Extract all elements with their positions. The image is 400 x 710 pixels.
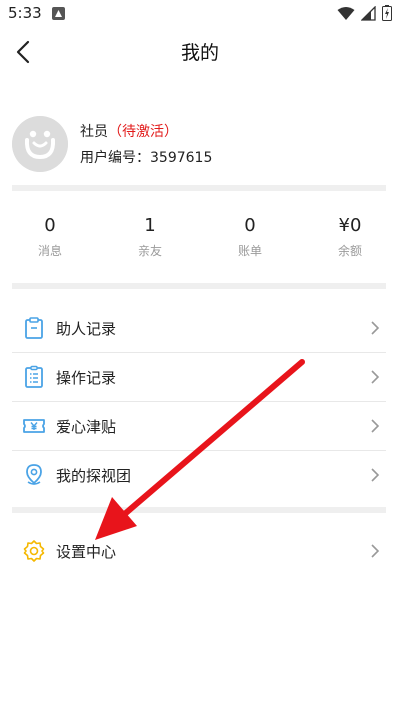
- role-label: 社员: [80, 124, 108, 140]
- stat-value: ¥0: [338, 215, 362, 236]
- menu-item-care-allowance[interactable]: 爱心津贴: [12, 402, 386, 451]
- status-open-paren: （: [108, 124, 122, 140]
- stats-row: 0 消息 1 亲友 0 账单 ¥0 余额: [0, 214, 400, 266]
- stat-balance[interactable]: ¥0 余额: [300, 214, 400, 266]
- status-time: 5:33: [8, 4, 42, 22]
- stat-label: 余额: [337, 244, 362, 258]
- menu-item-operation-records[interactable]: 操作记录: [12, 353, 386, 402]
- member-role: 社员（待激活）: [80, 121, 178, 141]
- gear-icon: [23, 540, 45, 562]
- location-pin-icon: [26, 464, 42, 485]
- menu-item-visit-group[interactable]: 我的探视团: [12, 451, 386, 499]
- chevron-right-icon: [371, 370, 380, 384]
- section-divider: [12, 185, 386, 191]
- section-divider: [12, 283, 386, 289]
- stat-label: 消息: [37, 244, 62, 258]
- wifi-icon: [337, 6, 355, 20]
- stat-value: 0: [44, 215, 56, 236]
- stat-relatives[interactable]: 1 亲友: [100, 214, 200, 266]
- user-id-value: 3597615: [150, 150, 213, 166]
- stat-value: 1: [144, 215, 156, 236]
- menu-label: 操作记录: [56, 369, 117, 387]
- list-document-icon: [25, 365, 43, 388]
- stat-bills[interactable]: 0 账单: [200, 214, 300, 266]
- user-id: 用户编号：3597615: [80, 147, 212, 167]
- user-id-label: 用户编号：: [80, 150, 150, 166]
- clipboard-icon: [25, 317, 43, 339]
- chevron-right-icon: [371, 321, 380, 335]
- menu-label: 我的探视团: [56, 467, 132, 485]
- signal-icon: [361, 5, 376, 21]
- chevron-right-icon: [371, 544, 380, 558]
- menu-item-help-records[interactable]: 助人记录: [12, 304, 386, 353]
- stat-label: 亲友: [137, 244, 162, 258]
- menu-item-settings[interactable]: 设置中心: [12, 527, 386, 575]
- system-icons: [337, 5, 392, 21]
- status-close-paren: ）: [164, 124, 178, 140]
- avatar[interactable]: [12, 116, 68, 172]
- battery-icon: [382, 5, 392, 21]
- stat-messages[interactable]: 0 消息: [0, 214, 100, 266]
- chevron-right-icon: [371, 419, 380, 433]
- stat-value: 0: [244, 215, 256, 236]
- menu-label: 爱心津贴: [56, 418, 117, 436]
- navigation-bar: 我的: [0, 28, 400, 74]
- coupon-yen-icon: [23, 419, 45, 433]
- menu-label: 设置中心: [56, 543, 117, 561]
- profile-card[interactable]: 社员（待激活） 用户编号：3597615: [0, 110, 400, 180]
- section-divider: [12, 507, 386, 513]
- notification-icon: [52, 7, 65, 20]
- menu-label: 助人记录: [56, 320, 117, 338]
- chevron-right-icon: [371, 468, 380, 482]
- stat-label: 账单: [237, 244, 262, 258]
- activation-status[interactable]: 待激活: [122, 124, 164, 140]
- page-title: 我的: [180, 42, 219, 64]
- status-bar: 5:33: [0, 0, 400, 28]
